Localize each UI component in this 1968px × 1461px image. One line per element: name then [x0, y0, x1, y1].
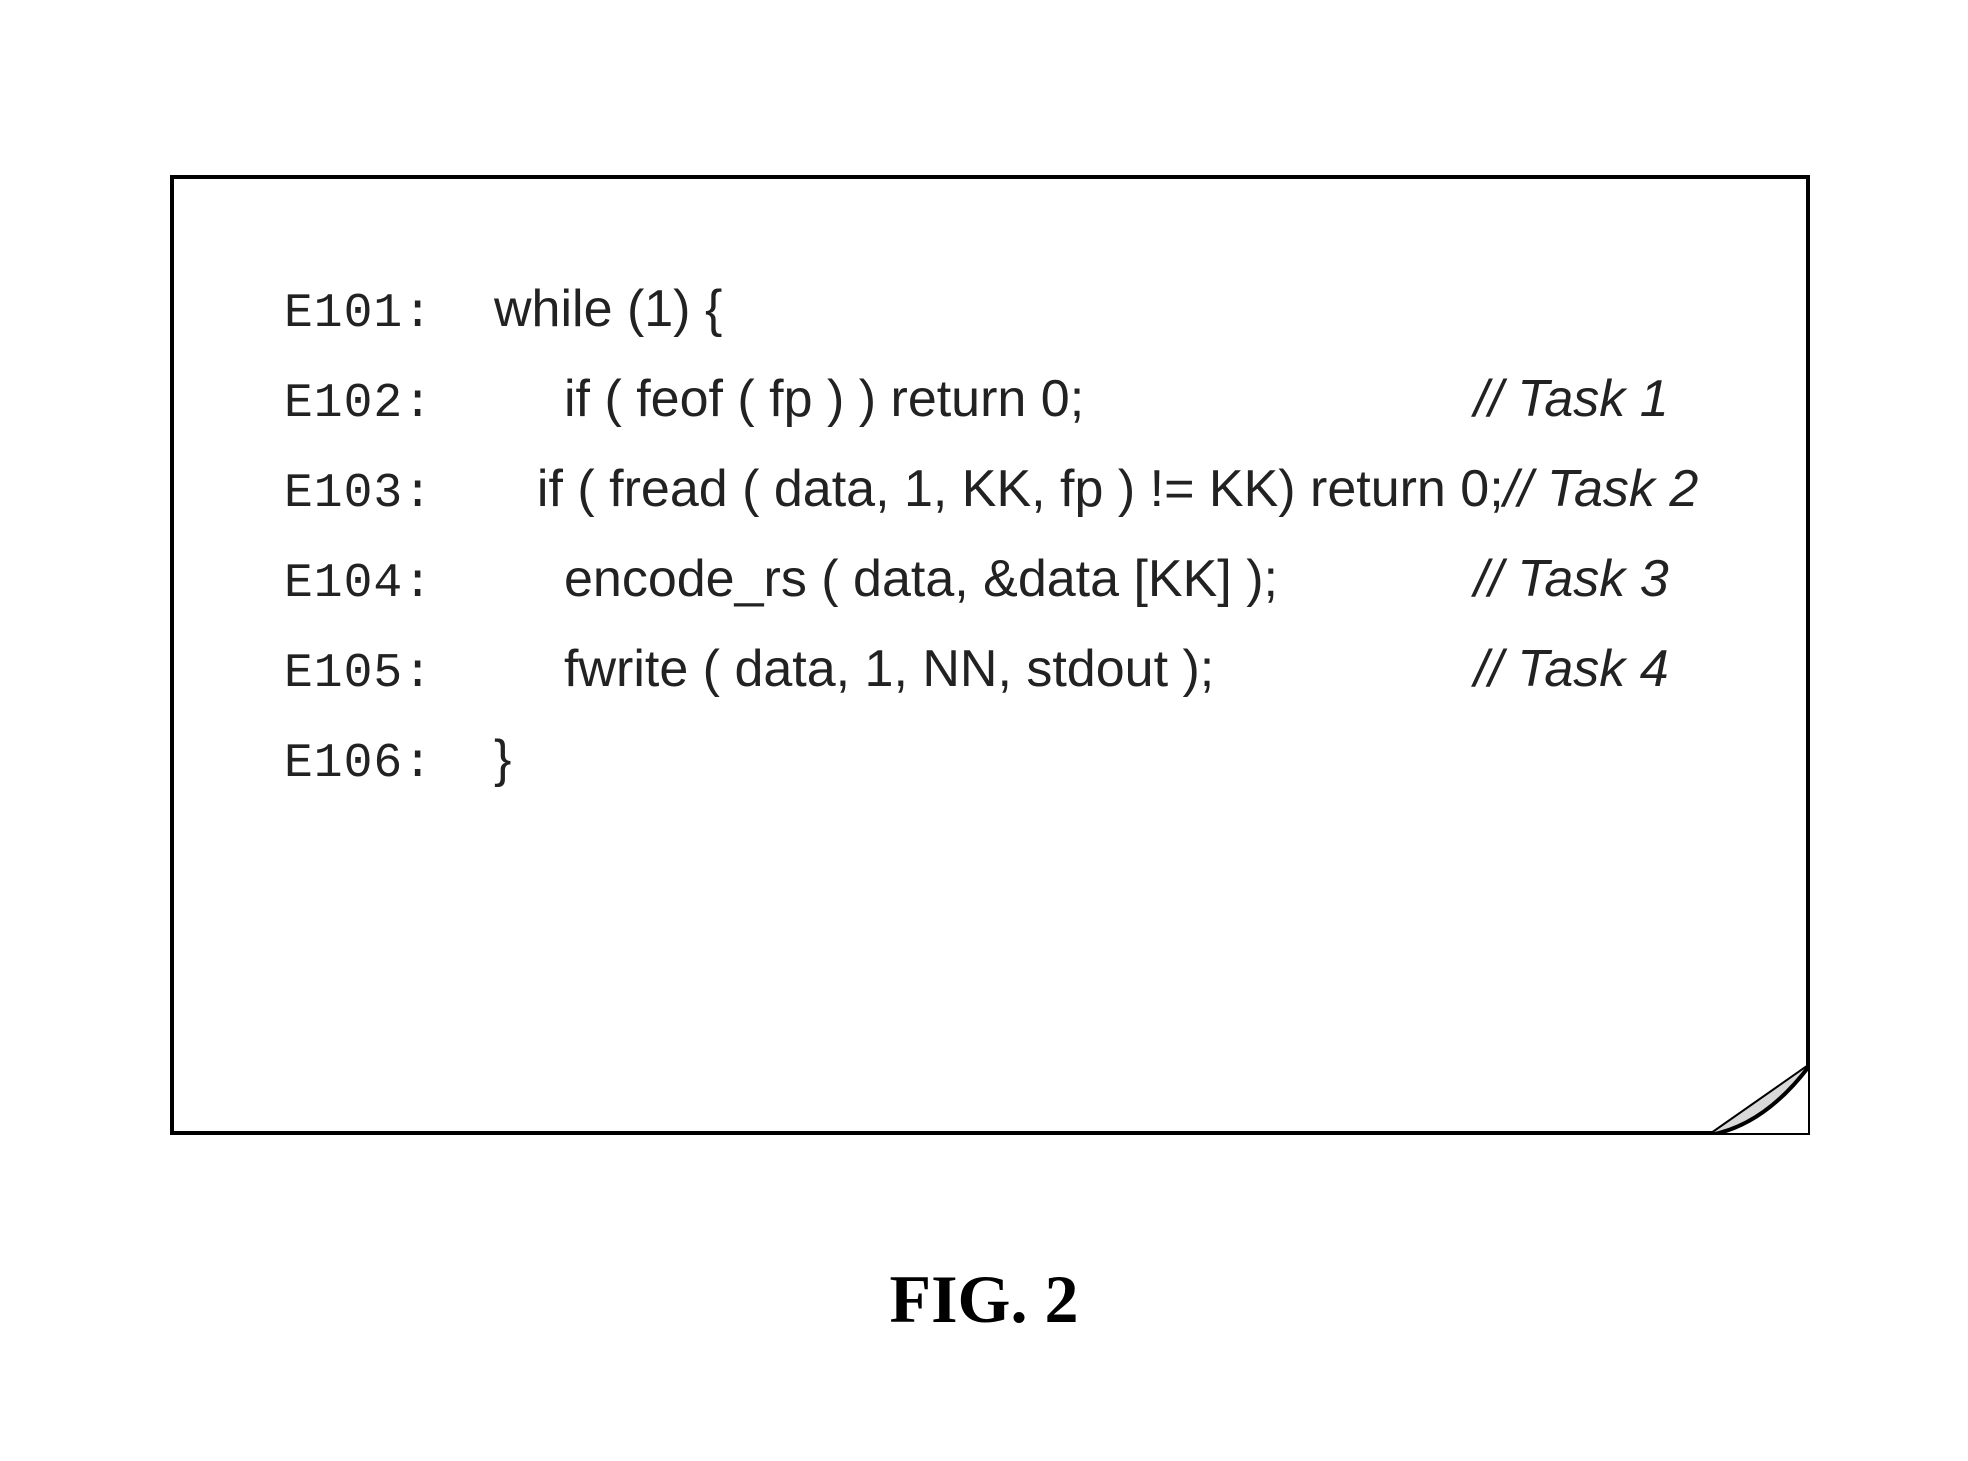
- code-text: fwrite ( data, 1, NN, stdout );: [494, 639, 1474, 699]
- line-number: E105:: [284, 647, 494, 701]
- code-comment: // Task 4: [1474, 639, 1704, 699]
- code-text: encode_rs ( data, &data [KK] );: [494, 549, 1474, 609]
- figure-caption: FIG. 2: [0, 1260, 1968, 1339]
- code-comment: // Task 2: [1504, 459, 1704, 519]
- code-comment: // Task 3: [1474, 549, 1704, 609]
- code-text: if ( fread ( data, 1, KK, fp ) != KK) re…: [467, 459, 1504, 519]
- code-row: E101: while (1) {: [284, 279, 1704, 369]
- line-number: E103:: [284, 467, 467, 521]
- code-text: if ( feof ( fp ) ) return 0;: [494, 369, 1474, 429]
- line-number: E102:: [284, 377, 494, 431]
- code-row: E104: encode_rs ( data, &data [KK] ); //…: [284, 549, 1704, 639]
- code-comment: // Task 1: [1474, 369, 1704, 429]
- page-curl-icon: [1710, 1065, 1810, 1135]
- code-listing-panel: E101: while (1) { E102: if ( feof ( fp )…: [170, 175, 1810, 1135]
- code-row: E103: if ( fread ( data, 1, KK, fp ) != …: [284, 459, 1704, 549]
- line-number: E106:: [284, 737, 494, 791]
- code-row: E102: if ( feof ( fp ) ) return 0; // Ta…: [284, 369, 1704, 459]
- code-row: E106: }: [284, 729, 1704, 819]
- code-listing: E101: while (1) { E102: if ( feof ( fp )…: [284, 279, 1704, 819]
- code-text: }: [494, 729, 1474, 789]
- code-row: E105: fwrite ( data, 1, NN, stdout ); //…: [284, 639, 1704, 729]
- line-number: E104:: [284, 557, 494, 611]
- code-text: while (1) {: [494, 279, 1474, 339]
- line-number: E101:: [284, 287, 494, 341]
